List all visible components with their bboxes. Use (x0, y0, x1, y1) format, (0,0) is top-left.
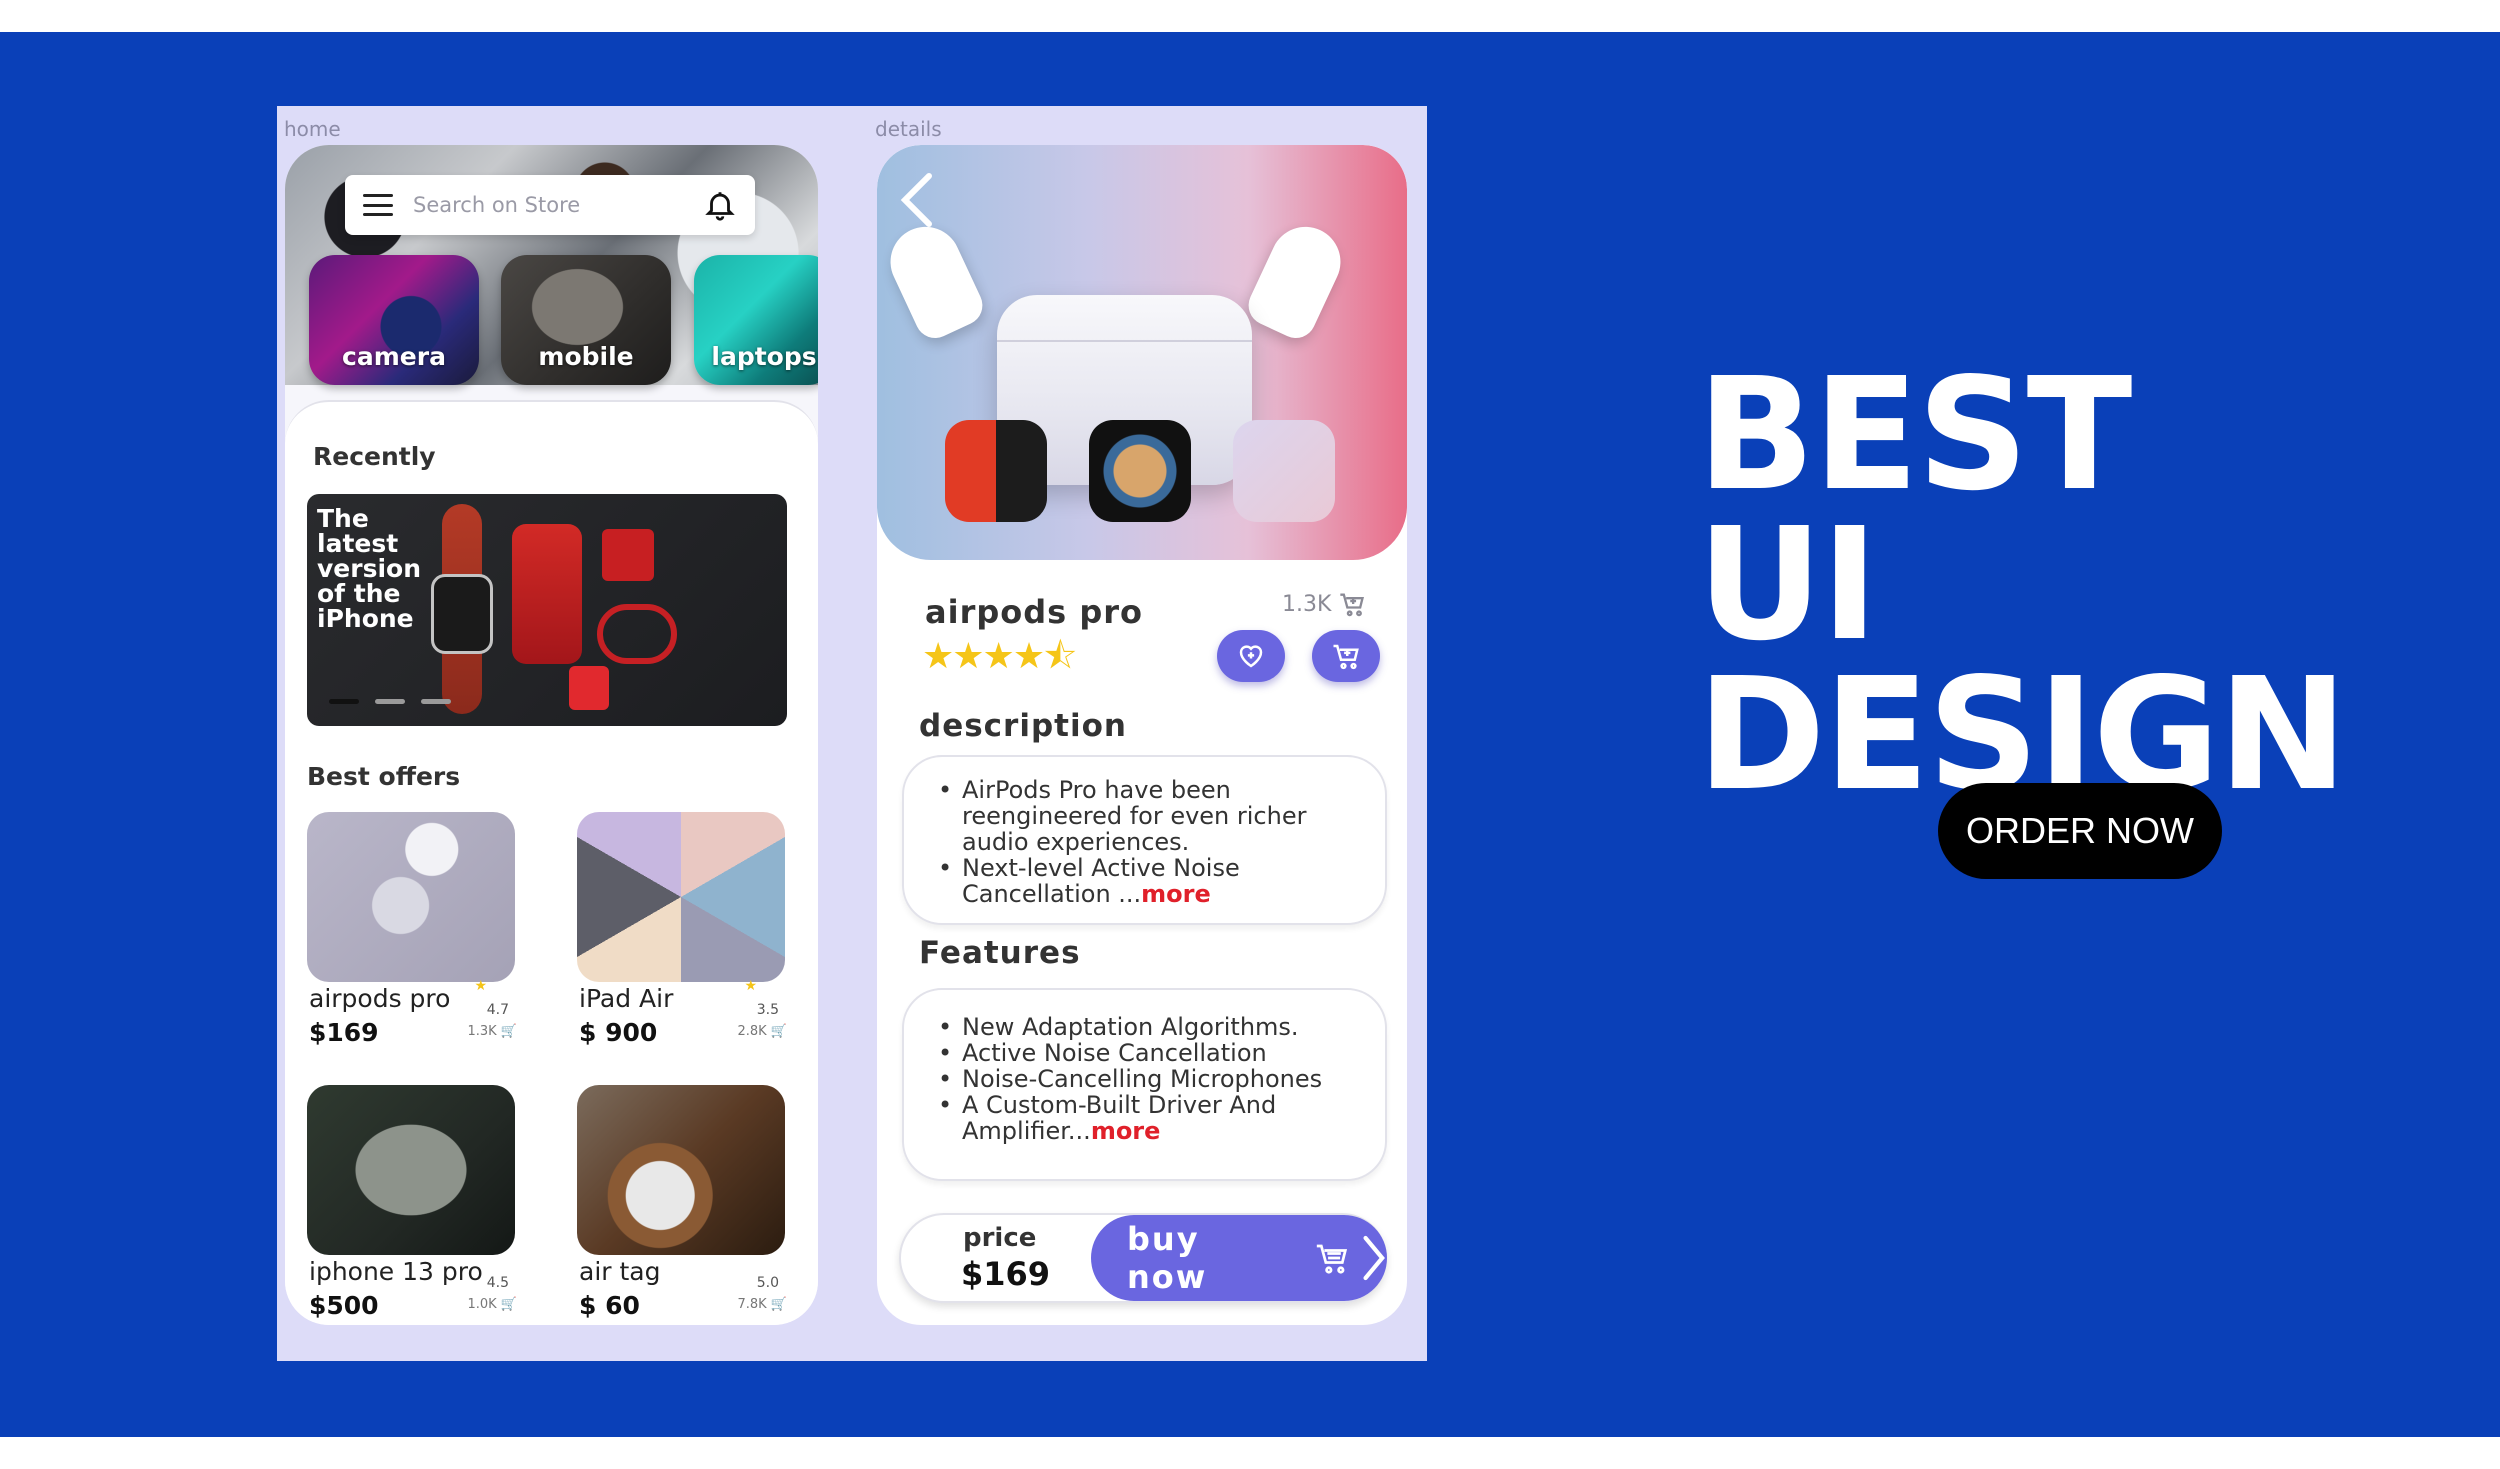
add-to-cart-button[interactable] (1312, 630, 1380, 682)
description-box: AirPods Pro have been reengineered for e… (902, 755, 1387, 925)
offer-sold-count: 7.8K (737, 1297, 767, 1312)
recently-banner-text: The latest version of the iPhone (317, 504, 422, 633)
features-title: Features (919, 935, 1081, 971)
category-mobile[interactable]: mobile (501, 255, 671, 385)
carousel-dots[interactable] (329, 699, 451, 704)
cart-icon: 🛒 (770, 1297, 787, 1312)
menu-icon[interactable] (363, 194, 393, 216)
offer-card-airtag[interactable]: air tag $ 60 5.0 7.8K 🛒 (577, 1085, 787, 1320)
back-icon[interactable] (897, 170, 937, 230)
description-item: Next-level Active Noise Cancellation ...… (938, 855, 1365, 907)
offer-image (577, 812, 785, 982)
recently-banner[interactable]: The latest version of the iPhone (307, 494, 787, 726)
cart-icon (1340, 593, 1365, 617)
offer-sold-count: 1.0K (467, 1297, 497, 1312)
chevron-right-icon (1363, 1235, 1386, 1281)
category-label: mobile (538, 342, 634, 371)
category-label: camera (342, 342, 446, 371)
search-input[interactable]: Search on Store (413, 193, 703, 217)
offer-rating: 3.5 (756, 1002, 779, 1018)
headline-line-2: UI DESIGN (1697, 494, 2348, 825)
offer-name: airpods pro (309, 984, 451, 1013)
details-screen: airpods pro ★★★★⯪ 1.3K description AirPo… (877, 145, 1407, 1325)
thumbnail-2[interactable] (1089, 420, 1191, 522)
sold-count-value: 1.3K (1282, 591, 1332, 617)
buy-now-button[interactable]: buy now (1091, 1215, 1387, 1301)
buy-now-label: buy now (1127, 1220, 1208, 1296)
rating-stars: ★★★★⯪ (922, 636, 1077, 677)
price-label: price (963, 1223, 1037, 1253)
cart-icon: 🛒 (770, 1024, 787, 1039)
price-value: $169 (961, 1255, 1051, 1293)
offer-image (577, 1085, 785, 1255)
left-earbud (879, 215, 989, 345)
offer-rating: 5.0 (756, 1275, 779, 1291)
headline: BEST UI DESIGN (1697, 344, 2497, 825)
star-icon: ★ (474, 978, 487, 994)
features-box: New Adaptation Algorithms. Active Noise … (902, 988, 1387, 1181)
cable (597, 604, 677, 664)
offer-image (307, 1085, 515, 1255)
best-offers-title: Best offers (307, 762, 461, 791)
offer-price: $169 (309, 1018, 379, 1047)
product-title: airpods pro (925, 593, 1143, 631)
offer-price: $500 (309, 1291, 379, 1320)
description-more-link[interactable]: more (1141, 880, 1211, 908)
offer-sold: 2.8K 🛒 (737, 1024, 787, 1039)
offer-sold: 1.0K 🛒 (467, 1297, 517, 1312)
offer-card-airpods[interactable]: ★ airpods pro $169 4.7 1.3K 🛒 (307, 812, 517, 1047)
offer-rating: 4.5 (486, 1275, 509, 1291)
charger (569, 666, 609, 710)
offer-price: $ 900 (579, 1018, 658, 1047)
thumbnail-3[interactable] (1233, 420, 1335, 522)
offer-image (307, 812, 515, 982)
offer-name: air tag (579, 1257, 661, 1286)
home-content-sheet: Recently The latest version of the iPhon… (285, 400, 818, 1325)
cart-icon: 🛒 (500, 1297, 517, 1312)
feature-item: A Custom-Built Driver And Amplifier...mo… (938, 1092, 1365, 1144)
category-row: camera mobile laptops (309, 255, 818, 395)
offer-card-iphone[interactable]: iphone 13 pro $500 4.5 1.0K 🛒 (307, 1085, 517, 1320)
thumbnail-1[interactable] (945, 420, 1047, 522)
feature-item: New Adaptation Algorithms. (938, 1014, 1365, 1040)
description-item: AirPods Pro have been reengineered for e… (938, 777, 1365, 855)
feature-item: Active Noise Cancellation (938, 1040, 1365, 1066)
category-camera[interactable]: camera (309, 255, 479, 385)
offer-rating: 4.7 (486, 1002, 509, 1018)
sold-count: 1.3K (1282, 590, 1367, 618)
category-label: laptops (711, 342, 817, 371)
description-title: description (919, 708, 1127, 744)
feature-item: Noise-Cancelling Microphones (938, 1066, 1365, 1092)
star-icon: ★ (744, 978, 757, 994)
cart-plus-icon (1333, 644, 1359, 670)
watch-face (431, 574, 493, 654)
home-screen: Search on Store camera mobile laptops Re… (285, 145, 818, 1325)
offer-name: iPad Air (579, 984, 674, 1013)
offer-price: $ 60 (579, 1291, 640, 1320)
bell-icon[interactable] (703, 188, 737, 222)
accessory-box (602, 529, 654, 581)
offer-sold-count: 1.3K (467, 1024, 497, 1039)
headline-line-1: BEST (1697, 344, 2132, 525)
wishlist-button[interactable] (1217, 630, 1285, 682)
home-frame-label: home (284, 117, 341, 141)
recently-title: Recently (313, 442, 436, 471)
offer-sold: 1.3K 🛒 (467, 1024, 517, 1039)
offer-sold: 7.8K 🛒 (737, 1297, 787, 1312)
cart-icon: 🛒 (500, 1024, 517, 1039)
cart-icon (1316, 1244, 1347, 1274)
offer-name: iphone 13 pro (309, 1257, 483, 1286)
offer-sold-count: 2.8K (737, 1024, 767, 1039)
category-laptops[interactable]: laptops (694, 255, 818, 385)
order-now-button[interactable]: ORDER NOW (1938, 783, 2222, 879)
phone-case (512, 524, 582, 664)
right-earbud (1242, 215, 1352, 345)
search-bar[interactable]: Search on Store (345, 175, 755, 235)
heart-icon (1239, 645, 1263, 668)
details-frame-label: details (875, 117, 942, 141)
product-hero-image (877, 145, 1407, 560)
offer-card-ipad[interactable]: ★ iPad Air $ 900 3.5 2.8K 🛒 (577, 812, 787, 1047)
features-more-link[interactable]: more (1091, 1117, 1161, 1145)
purchase-bar: price $169 buy now (899, 1213, 1387, 1303)
